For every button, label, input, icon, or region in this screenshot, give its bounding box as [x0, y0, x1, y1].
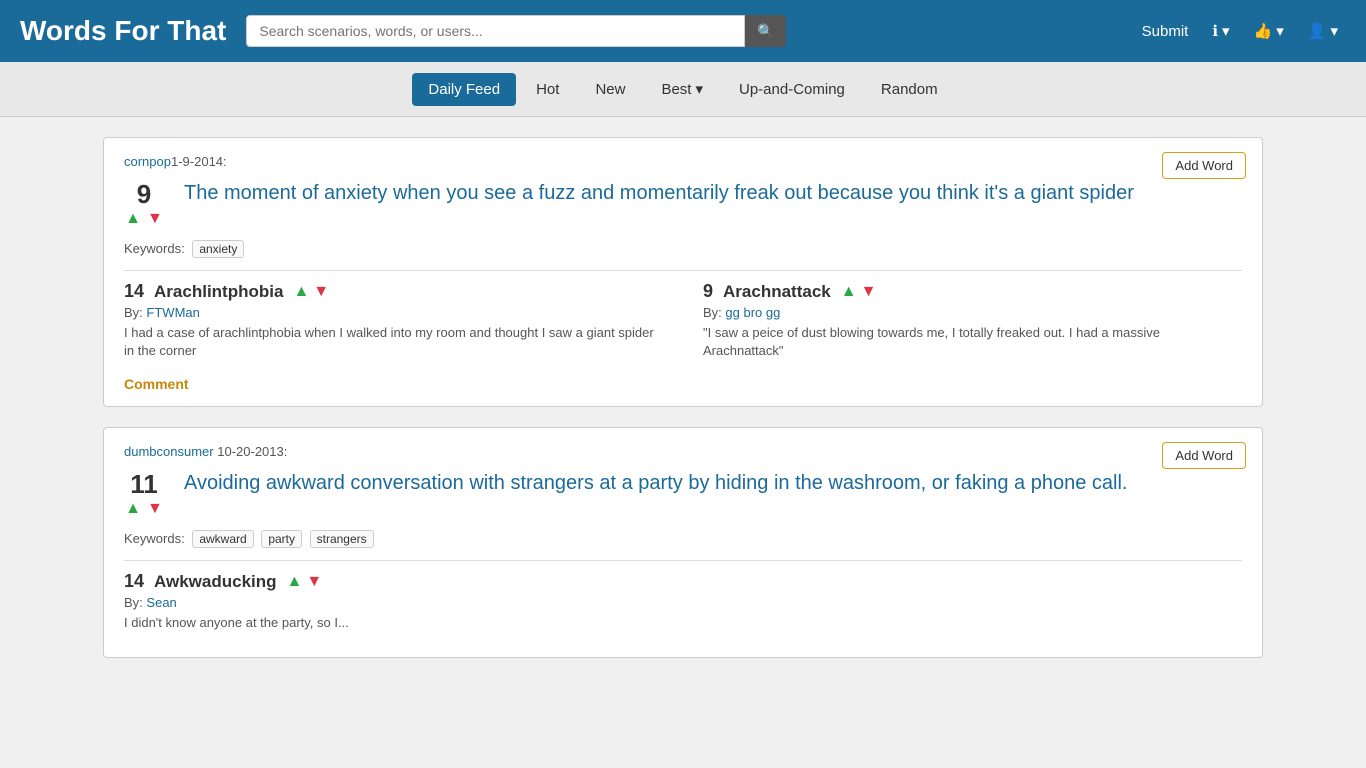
- word-score: 14: [124, 281, 144, 302]
- word-by: By: gg bro gg: [703, 305, 1242, 320]
- vote-arrows: ▲ ▼: [125, 210, 163, 228]
- post-divider: [124, 560, 1242, 561]
- post-card: dumbconsumer 10-20-2013: Add Word 11 ▲ ▼…: [103, 427, 1263, 657]
- word-upvote-icon[interactable]: ▲: [287, 573, 303, 591]
- site-logo[interactable]: Words For That: [20, 15, 226, 47]
- tab-new[interactable]: New: [579, 73, 641, 106]
- post-description: Avoiding awkward conversation with stran…: [184, 469, 1242, 497]
- word-desc: "I saw a peice of dust blowing towards m…: [703, 324, 1242, 360]
- navbar-right: Submit ℹ ▾ 👍 ▾ 👤 ▾: [1134, 18, 1346, 44]
- word-by: By: Sean: [124, 595, 1242, 610]
- thumbs-link[interactable]: 👍 ▾: [1246, 18, 1292, 44]
- upvote-icon[interactable]: ▲: [125, 500, 141, 518]
- keywords-section: Keywords: anxiety: [124, 240, 1242, 258]
- word-downvote-icon[interactable]: ▼: [313, 283, 329, 301]
- post-meta: dumbconsumer 10-20-2013:: [124, 444, 1242, 459]
- add-word-button[interactable]: Add Word: [1162, 152, 1246, 179]
- post-author[interactable]: dumbconsumer: [124, 444, 214, 459]
- word-vote-arrows: ▲ ▼: [293, 283, 329, 301]
- post-card: cornpop1-9-2014: Add Word 9 ▲ ▼ The mome…: [103, 137, 1263, 407]
- word-score: 14: [124, 571, 144, 592]
- downvote-icon[interactable]: ▼: [147, 500, 163, 518]
- word-upvote-icon[interactable]: ▲: [841, 283, 857, 301]
- post-author[interactable]: cornpop: [124, 154, 171, 169]
- tab-daily-feed[interactable]: Daily Feed: [412, 73, 516, 106]
- info-caret: ▾: [1222, 22, 1230, 40]
- post-main: 11 ▲ ▼ Avoiding awkward conversation wit…: [124, 469, 1242, 518]
- keywords-label: Keywords:: [124, 531, 185, 546]
- search-form: 🔍: [246, 15, 786, 47]
- word-downvote-icon[interactable]: ▼: [861, 283, 877, 301]
- downvote-icon[interactable]: ▼: [147, 210, 163, 228]
- word-desc: I had a case of arachlintphobia when I w…: [124, 324, 663, 360]
- info-link[interactable]: ℹ ▾: [1204, 18, 1237, 44]
- post-date: 10-20-2013:: [214, 444, 288, 459]
- post-main: 9 ▲ ▼ The moment of anxiety when you see…: [124, 179, 1242, 228]
- keyword-tag[interactable]: awkward: [192, 530, 253, 548]
- post-meta: cornpop1-9-2014:: [124, 154, 1242, 169]
- word-header: 9 Arachnattack ▲ ▼: [703, 281, 1242, 302]
- keyword-tag[interactable]: strangers: [310, 530, 374, 548]
- word-author-link[interactable]: FTWMan: [146, 305, 199, 320]
- main-container: cornpop1-9-2014: Add Word 9 ▲ ▼ The mome…: [93, 137, 1273, 658]
- tab-hot[interactable]: Hot: [520, 73, 575, 106]
- comment-link[interactable]: Comment: [124, 376, 189, 392]
- post-description: The moment of anxiety when you see a fuz…: [184, 179, 1242, 207]
- word-name: Arachlintphobia: [154, 282, 283, 302]
- word-entry: 9 Arachnattack ▲ ▼ By: gg bro gg "I saw …: [703, 281, 1242, 360]
- word-author-link[interactable]: gg bro gg: [725, 305, 780, 320]
- word-entries: 14 Arachlintphobia ▲ ▼ By: FTWMan I had …: [124, 281, 1242, 360]
- tab-up-and-coming[interactable]: Up-and-Coming: [723, 73, 861, 106]
- keyword-tag[interactable]: anxiety: [192, 240, 244, 258]
- word-desc: I didn't know anyone at the party, so I.…: [124, 614, 1242, 632]
- word-author-link[interactable]: Sean: [146, 595, 176, 610]
- keyword-tag[interactable]: party: [261, 530, 302, 548]
- keywords-label: Keywords:: [124, 241, 185, 256]
- word-downvote-icon[interactable]: ▼: [306, 573, 322, 591]
- subnav: Daily Feed Hot New Best ▾ Up-and-Coming …: [0, 62, 1366, 117]
- word-upvote-icon[interactable]: ▲: [293, 283, 309, 301]
- word-entry: 14 Arachlintphobia ▲ ▼ By: FTWMan I had …: [124, 281, 663, 360]
- thumbs-caret: ▾: [1276, 22, 1284, 40]
- post-date: 1-9-2014:: [171, 154, 227, 169]
- vote-arrows: ▲ ▼: [125, 500, 163, 518]
- vote-section: 9 ▲ ▼: [124, 179, 164, 228]
- user-caret: ▾: [1330, 22, 1338, 40]
- word-entries: 14 Awkwaducking ▲ ▼ By: Sean I didn't kn…: [124, 571, 1242, 632]
- word-entry: 14 Awkwaducking ▲ ▼ By: Sean I didn't kn…: [124, 571, 1242, 632]
- tab-best[interactable]: Best ▾: [645, 72, 719, 106]
- upvote-icon[interactable]: ▲: [125, 210, 141, 228]
- vote-count: 9: [137, 179, 151, 210]
- word-name: Awkwaducking: [154, 572, 277, 592]
- word-by: By: FTWMan: [124, 305, 663, 320]
- submit-link[interactable]: Submit: [1134, 19, 1197, 44]
- keywords-section: Keywords: awkward party strangers: [124, 530, 1242, 548]
- search-input[interactable]: [246, 15, 745, 47]
- search-button[interactable]: 🔍: [745, 15, 786, 47]
- add-word-button[interactable]: Add Word: [1162, 442, 1246, 469]
- word-vote-arrows: ▲ ▼: [287, 573, 323, 591]
- word-vote-arrows: ▲ ▼: [841, 283, 877, 301]
- word-header: 14 Awkwaducking ▲ ▼: [124, 571, 1242, 592]
- post-divider: [124, 270, 1242, 271]
- word-score: 9: [703, 281, 713, 302]
- vote-section: 11 ▲ ▼: [124, 469, 164, 518]
- user-link[interactable]: 👤 ▾: [1300, 18, 1346, 44]
- navbar: Words For That 🔍 Submit ℹ ▾ 👍 ▾ 👤 ▾: [0, 0, 1366, 62]
- tab-random[interactable]: Random: [865, 73, 954, 106]
- vote-count: 11: [130, 469, 158, 500]
- word-header: 14 Arachlintphobia ▲ ▼: [124, 281, 663, 302]
- word-name: Arachnattack: [723, 282, 831, 302]
